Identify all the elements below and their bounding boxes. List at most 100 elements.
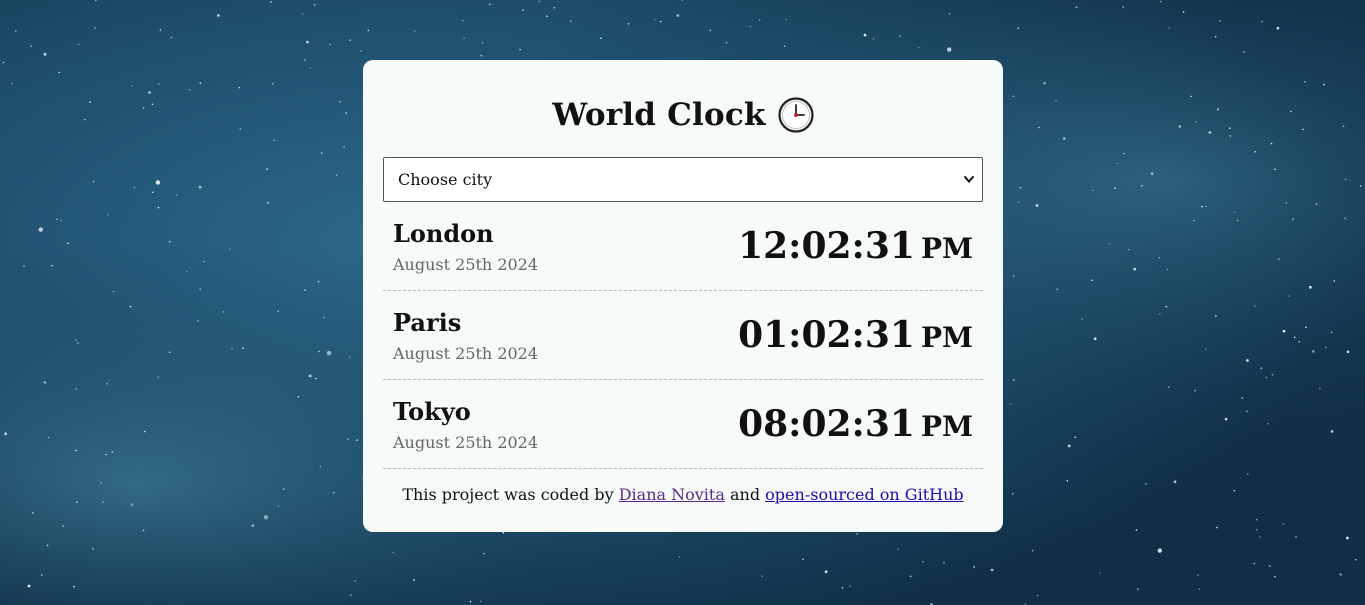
star — [1234, 211, 1236, 214]
star — [231, 347, 233, 350]
star — [32, 512, 34, 514]
star — [897, 548, 900, 550]
star — [47, 436, 50, 439]
star — [1009, 403, 1012, 405]
star — [1215, 315, 1217, 317]
star — [570, 20, 572, 23]
star — [1013, 379, 1015, 381]
star — [186, 270, 188, 273]
star — [350, 594, 352, 596]
star — [1293, 336, 1296, 339]
star — [1178, 125, 1182, 128]
star — [783, 45, 786, 47]
star — [75, 388, 78, 390]
time-ampm: PM — [920, 232, 973, 265]
star — [1344, 217, 1346, 220]
star — [148, 91, 151, 94]
star — [152, 191, 154, 194]
city-select[interactable]: Choose city — [383, 157, 983, 202]
star — [30, 45, 32, 47]
star — [23, 265, 25, 267]
star — [1168, 27, 1170, 30]
clock-icon — [778, 97, 814, 133]
star — [84, 118, 86, 121]
star — [1229, 127, 1231, 129]
city-name: Paris — [393, 307, 462, 337]
star — [1325, 346, 1327, 349]
star — [58, 71, 60, 74]
star — [273, 139, 276, 142]
star — [348, 356, 351, 358]
star — [1012, 95, 1015, 98]
star — [1254, 151, 1256, 153]
star — [627, 23, 630, 25]
city-date: August 25th 2024 — [393, 432, 539, 452]
star — [1271, 374, 1274, 376]
star — [1017, 201, 1020, 203]
star — [1253, 562, 1255, 565]
star — [899, 35, 901, 37]
star — [1295, 536, 1297, 538]
star — [1011, 492, 1014, 495]
star — [841, 586, 844, 589]
star — [62, 525, 64, 527]
star — [1159, 313, 1161, 315]
star — [413, 30, 416, 32]
city-row-paris: Paris August 25th 2024 01:02:31 PM — [383, 291, 983, 380]
star — [2, 61, 5, 64]
star — [1116, 162, 1119, 165]
star — [1282, 523, 1285, 525]
star — [217, 14, 220, 17]
star — [483, 552, 485, 555]
star — [143, 430, 146, 433]
star — [749, 25, 752, 28]
star — [462, 19, 464, 22]
star — [678, 556, 681, 558]
star — [1269, 565, 1271, 567]
github-link[interactable]: open-sourced on GitHub — [765, 485, 963, 504]
star — [89, 101, 91, 103]
star — [75, 339, 77, 341]
star — [1333, 280, 1336, 282]
author-link[interactable]: Diana Novita — [619, 485, 725, 504]
star — [1157, 548, 1163, 553]
star — [308, 374, 312, 378]
star — [856, 533, 858, 535]
star — [725, 41, 728, 44]
star — [1145, 483, 1147, 485]
star — [198, 185, 202, 189]
star — [304, 289, 306, 292]
star — [155, 180, 161, 185]
star — [1339, 573, 1343, 576]
star — [1246, 410, 1248, 413]
star — [1091, 279, 1093, 282]
city-date: August 25th 2024 — [393, 254, 539, 274]
star — [909, 575, 912, 578]
star — [1290, 110, 1292, 113]
star — [1276, 26, 1280, 30]
star — [1282, 329, 1286, 333]
star — [188, 88, 191, 91]
star — [600, 37, 602, 39]
star — [849, 585, 851, 588]
star — [1174, 480, 1177, 483]
star — [1194, 389, 1196, 392]
star — [271, 82, 274, 85]
star — [297, 396, 300, 398]
star — [175, 194, 178, 196]
star — [131, 85, 133, 87]
star — [1043, 81, 1046, 85]
star — [73, 585, 75, 588]
star — [538, 0, 541, 3]
star — [77, 342, 79, 344]
star — [197, 320, 199, 322]
star — [333, 491, 335, 494]
star — [1159, 0, 1162, 3]
star — [317, 280, 320, 283]
star — [1346, 536, 1349, 540]
star — [1056, 288, 1059, 291]
star — [314, 377, 317, 380]
star — [329, 43, 331, 46]
star — [1302, 128, 1304, 131]
city-time: 01:02:31 PM — [738, 314, 973, 356]
